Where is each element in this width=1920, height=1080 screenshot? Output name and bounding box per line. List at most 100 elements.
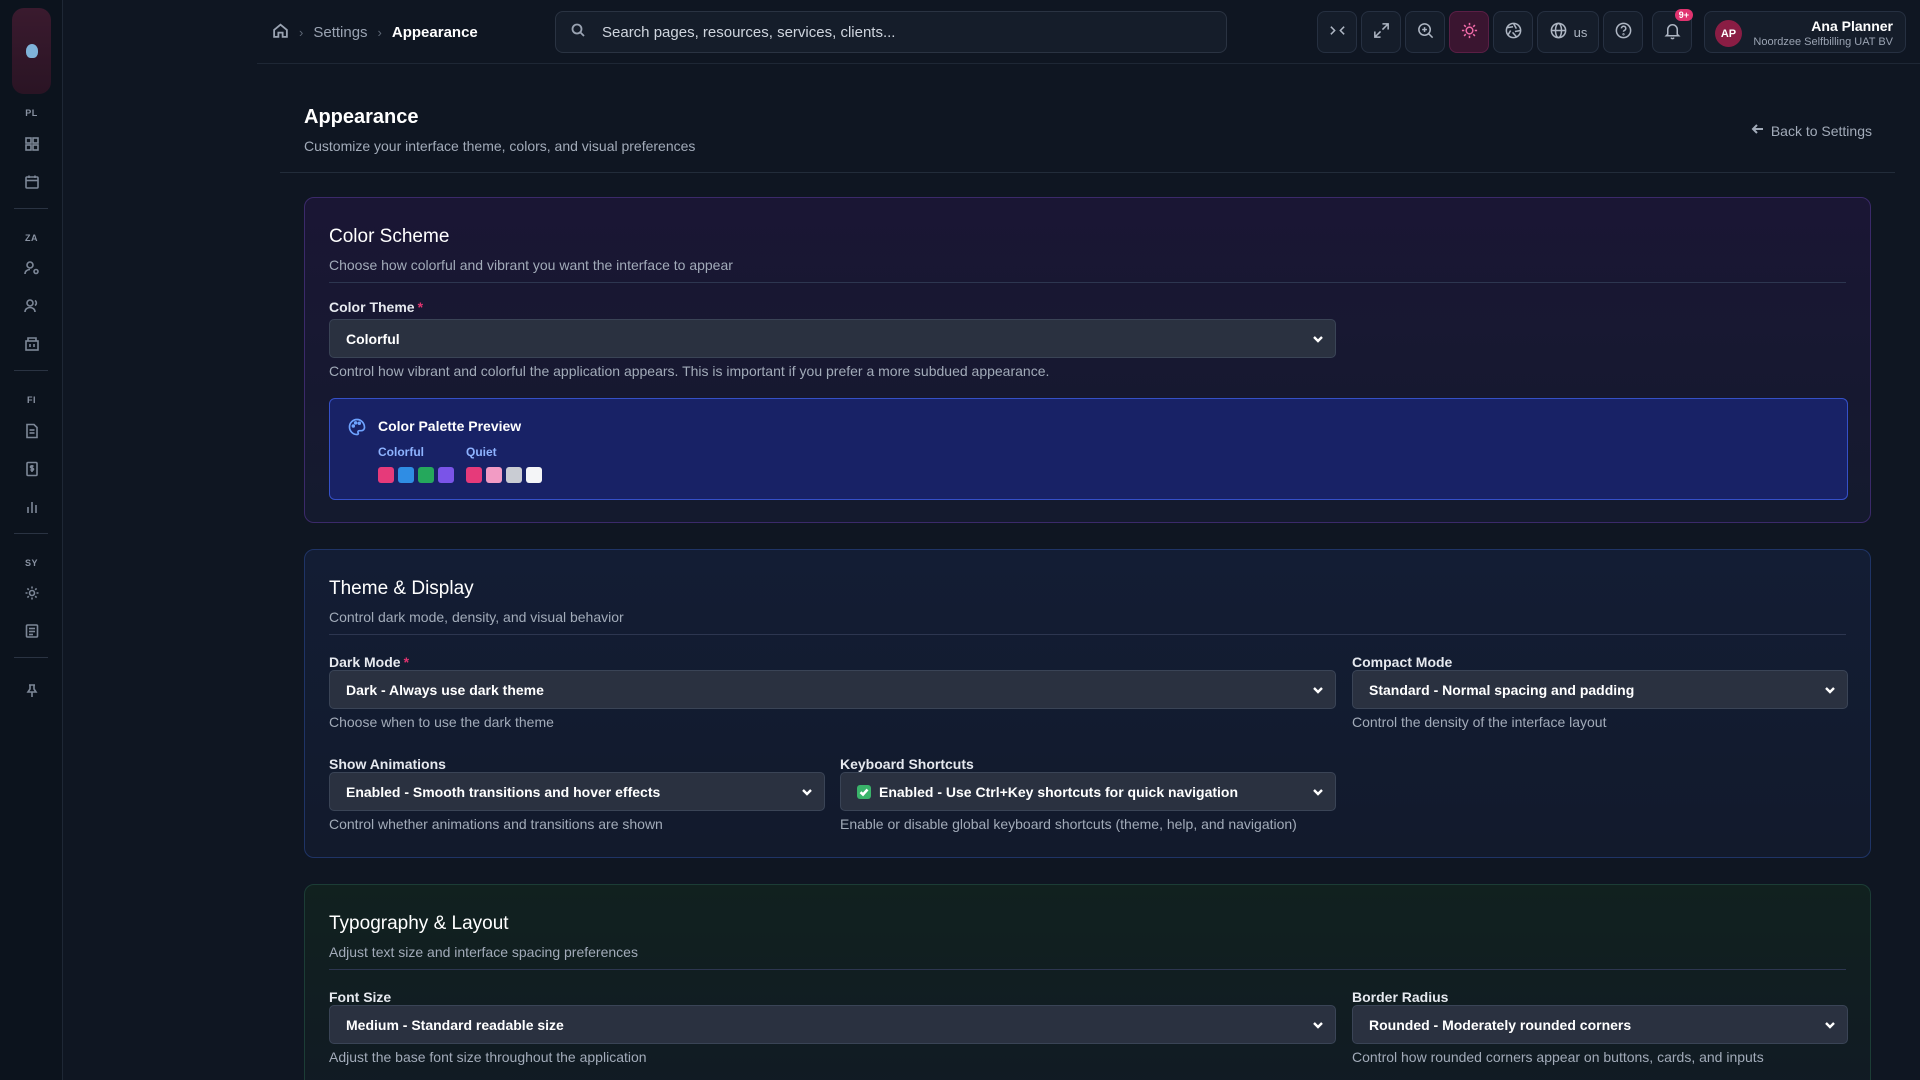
chevron-down-icon (1823, 683, 1837, 697)
building-icon[interactable] (22, 334, 41, 353)
color-swatch (466, 467, 482, 483)
dark-mode-select[interactable]: Dark - Always use dark theme (329, 670, 1336, 709)
dashboard-icon[interactable] (22, 134, 41, 153)
gear-icon[interactable] (22, 583, 41, 602)
user-organization: Noordzee Selfbilling UAT BV (1753, 36, 1893, 48)
color-scheme-button[interactable] (1493, 11, 1533, 53)
card-description: Control dark mode, density, and visual b… (329, 609, 624, 625)
rail-section-label: SY (24, 558, 38, 568)
color-swatch (506, 467, 522, 483)
top-bar: › Settings › Appearance Search pages, re… (257, 0, 1920, 64)
chevron-down-icon (1311, 683, 1325, 697)
help-circle-icon (1614, 21, 1633, 43)
rail-divider (14, 370, 48, 371)
notifications-button[interactable]: 9+ (1652, 9, 1693, 53)
user-menu[interactable]: AP Ana Planner Noordzee Selfbilling UAT … (1704, 11, 1906, 53)
dark-mode-label-text: Dark Mode (329, 654, 401, 670)
pin-icon[interactable] (22, 681, 41, 700)
font-size-select[interactable]: Medium - Standard readable size (329, 1005, 1336, 1044)
calendar-icon[interactable] (22, 172, 41, 191)
color-swatch (526, 467, 542, 483)
theme-display-card: Theme & Display Control dark mode, densi… (304, 549, 1871, 858)
home-icon[interactable] (272, 22, 289, 43)
fullscreen-button[interactable] (1361, 11, 1401, 53)
user-name: Ana Planner (1811, 18, 1893, 34)
card-title: Typography & Layout (329, 913, 509, 934)
keyboard-shortcuts-select[interactable]: Enabled - Use Ctrl+Key shortcuts for qui… (840, 772, 1336, 811)
expand-icon (1372, 21, 1391, 43)
required-asterisk: * (417, 299, 424, 315)
color-swatch (378, 467, 394, 483)
keyboard-shortcuts-label: Keyboard Shortcuts (840, 756, 974, 772)
font-size-label: Font Size (329, 989, 392, 1005)
global-search-input[interactable]: Search pages, resources, services, clien… (555, 11, 1227, 53)
chevron-down-icon (1311, 1018, 1325, 1032)
users-icon[interactable] (22, 296, 41, 315)
border-radius-value: Rounded - Moderately rounded corners (1369, 1016, 1632, 1033)
breadcrumb-separator: › (377, 25, 382, 40)
quiet-swatches (466, 467, 542, 483)
audit-log-icon[interactable] (22, 621, 41, 640)
compact-mode-label: Compact Mode (1352, 654, 1453, 670)
palette-group-label: Quiet (466, 445, 497, 459)
color-swatch (486, 467, 502, 483)
rail-section-label: PL (25, 108, 38, 118)
help-button[interactable] (1603, 11, 1643, 53)
checkmark-icon (857, 784, 871, 799)
color-theme-select[interactable]: Colorful (329, 319, 1336, 358)
page-title: Appearance (304, 106, 419, 128)
breadcrumb-current: Appearance (391, 24, 478, 41)
icon-rail: PL ZA FI SY (0, 0, 63, 1080)
sun-icon (1460, 21, 1479, 43)
palette-title: Color Palette Preview (378, 418, 522, 434)
language-button[interactable]: us (1537, 11, 1599, 53)
invoice-icon[interactable] (22, 421, 41, 440)
color-swatch (438, 467, 454, 483)
typography-layout-card: Typography & Layout Adjust text size and… (304, 884, 1871, 1080)
font-size-help: Adjust the base font size throughout the… (329, 1049, 647, 1065)
search-placeholder: Search pages, resources, services, clien… (602, 23, 896, 41)
chevron-down-icon (1823, 1018, 1837, 1032)
color-palette-preview: Color Palette Preview Colorful Quiet (329, 398, 1848, 500)
breadcrumb: › Settings › Appearance (272, 22, 478, 43)
chevron-down-icon (800, 785, 814, 799)
rail-section-label: FI (27, 395, 36, 405)
card-title: Theme & Display (329, 578, 474, 599)
breadcrumb-settings-link[interactable]: Settings (313, 24, 367, 41)
avatar: AP (1715, 20, 1742, 47)
compact-mode-select[interactable]: Standard - Normal spacing and padding (1352, 670, 1848, 709)
billing-icon[interactable] (22, 459, 41, 478)
compact-mode-help: Control the density of the interface lay… (1352, 714, 1607, 730)
animations-select[interactable]: Enabled - Smooth transitions and hover e… (329, 772, 825, 811)
dark-mode-help: Choose when to use the dark theme (329, 714, 554, 730)
card-divider (329, 282, 1846, 283)
animations-value: Enabled - Smooth transitions and hover e… (346, 783, 661, 800)
back-label: Back to Settings (1770, 122, 1872, 139)
logo-mark (25, 44, 38, 58)
reports-chart-icon[interactable] (22, 497, 41, 516)
border-radius-select[interactable]: Rounded - Moderately rounded corners (1352, 1005, 1848, 1044)
color-swatch (398, 467, 414, 483)
app-logo[interactable] (12, 8, 51, 94)
user-settings-icon[interactable] (22, 258, 41, 277)
chevron-down-icon (1311, 332, 1325, 346)
globe-icon (1549, 21, 1568, 43)
rail-divider (14, 657, 48, 658)
card-divider (329, 634, 1846, 635)
card-description: Adjust text size and interface spacing p… (329, 944, 638, 960)
required-asterisk: * (403, 654, 410, 670)
back-to-settings-link[interactable]: Back to Settings (1751, 122, 1872, 139)
language-code: us (1573, 24, 1588, 40)
arrow-left-icon (1751, 122, 1765, 139)
zoom-button[interactable] (1405, 11, 1445, 53)
color-theme-value: Colorful (346, 330, 400, 347)
card-divider (329, 969, 1846, 970)
theme-toggle-button[interactable] (1449, 11, 1489, 53)
collapse-sidebar-button[interactable] (1317, 11, 1357, 53)
breadcrumb-separator: › (299, 25, 304, 40)
palette-icon (347, 417, 369, 439)
rail-divider (14, 208, 48, 209)
keyboard-shortcuts-value: Enabled - Use Ctrl+Key shortcuts for qui… (879, 783, 1239, 800)
dark-mode-value: Dark - Always use dark theme (346, 681, 544, 698)
header-divider (280, 172, 1895, 173)
